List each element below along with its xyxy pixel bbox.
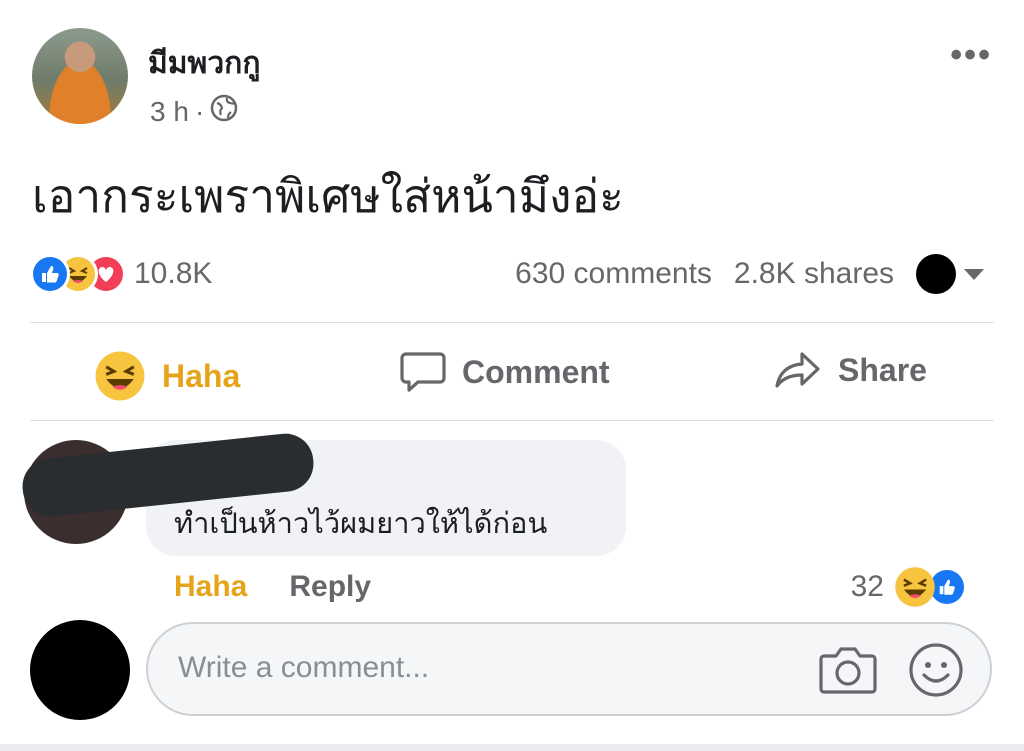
chevron-down-icon[interactable] <box>964 268 984 280</box>
author-avatar[interactable] <box>32 28 128 124</box>
comment-reaction-count: 32 <box>850 570 884 603</box>
like-icon <box>30 254 70 294</box>
viewer-avatar[interactable] <box>916 254 956 294</box>
globe-icon <box>210 94 238 129</box>
shares-count[interactable]: 2.8K shares <box>734 257 894 291</box>
comments-count[interactable]: 630 comments <box>515 257 712 291</box>
reaction-count: 10.8K <box>134 257 213 290</box>
comment-actions: Haha Reply <box>174 570 371 604</box>
share-icon <box>775 352 820 388</box>
reactions-summary[interactable]: 10.8K <box>30 254 212 294</box>
more-options-icon[interactable]: ••• <box>950 36 992 75</box>
divider <box>30 420 994 421</box>
haha-label: Haha <box>162 357 241 394</box>
comment-button[interactable]: Comment <box>400 350 610 394</box>
share-label: Share <box>838 351 927 388</box>
comment-icon <box>400 352 446 392</box>
camera-icon[interactable] <box>818 642 878 703</box>
post-meta: 3 h · <box>150 94 238 129</box>
emoji-icon[interactable] <box>908 642 964 703</box>
haha-icon <box>95 351 145 401</box>
share-button[interactable]: Share <box>774 350 927 390</box>
post-author[interactable]: มีมพวกกู <box>148 40 261 87</box>
comment-input[interactable] <box>176 650 780 686</box>
comment-reactions[interactable]: 32 <box>851 566 966 608</box>
my-avatar[interactable] <box>30 620 130 720</box>
stats-right: 630 comments 2.8K shares <box>515 254 984 294</box>
haha-button[interactable]: Haha <box>94 350 240 402</box>
haha-icon <box>895 567 935 607</box>
post-text: เอากระเพราพิเศษใส่หน้ามึงอ่ะ <box>32 169 624 223</box>
meta-separator: · <box>194 95 205 127</box>
divider <box>30 322 994 323</box>
comment-label: Comment <box>462 353 610 390</box>
comment-haha-link[interactable]: Haha <box>174 570 247 604</box>
comment-text: ทำเป็นห้าวไว้ผมยาวให้ได้ก่อน <box>174 506 548 540</box>
bottom-divider <box>0 744 1024 751</box>
comment-reply-link[interactable]: Reply <box>289 570 371 604</box>
post-time[interactable]: 3 h <box>150 96 189 128</box>
comment-composer[interactable] <box>146 622 992 716</box>
